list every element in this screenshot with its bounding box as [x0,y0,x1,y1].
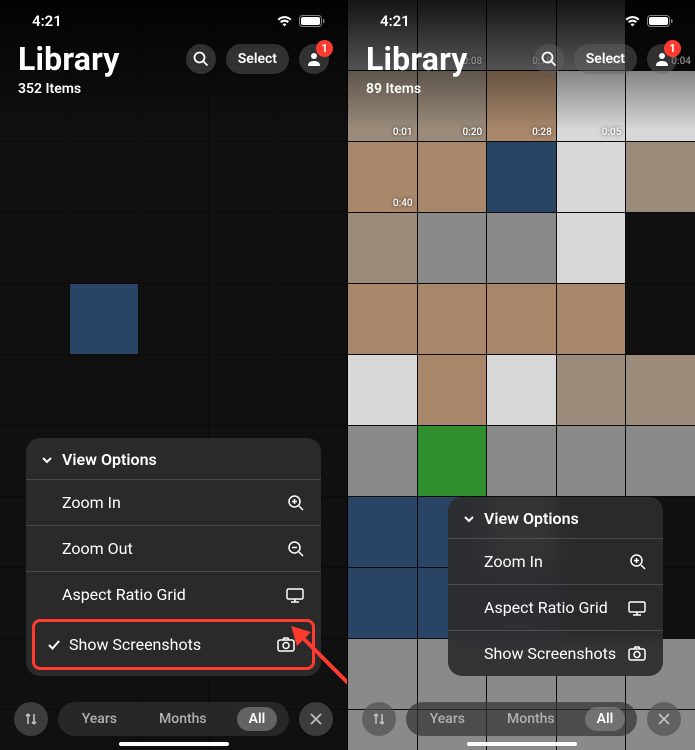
status-time: 4:21 [32,12,62,30]
select-button[interactable]: Select [574,44,637,74]
checkmark-icon [47,638,61,652]
close-button[interactable] [299,702,333,736]
aspect-ratio-icon [285,587,305,603]
left-phone-screenshot: 4:21 Library Select 1 [0,0,347,750]
home-indicator[interactable] [467,742,577,746]
video-duration: 0:40 [393,198,413,209]
magnify-plus-icon [629,553,647,571]
profile-badge: 1 [664,40,681,57]
menu-item-aspect-ratio[interactable]: Aspect Ratio Grid [448,584,663,630]
menu-item-label: Zoom In [62,493,121,512]
bottom-toolbar: Years Months All [0,702,347,736]
menu-item-label: Show Screenshots [484,644,616,663]
battery-icon [299,15,325,27]
bottom-toolbar: Years Months All [348,702,695,736]
select-label: Select [586,51,625,67]
sort-icon [23,711,39,727]
header: Library Select 1 352 Items [0,40,347,97]
chevron-down-icon [40,453,54,467]
select-label: Select [238,51,277,67]
menu-item-show-screenshots[interactable]: Show Screenshots [35,622,312,667]
item-count: 89 Items [366,81,677,97]
sort-button[interactable] [14,702,48,736]
aspect-ratio-icon [627,600,647,616]
select-button[interactable]: Select [226,44,289,74]
menu-item-zoom-in[interactable]: Zoom In [26,479,321,525]
menu-header[interactable]: View Options [448,497,663,538]
segment-years[interactable]: Years [70,707,129,731]
status-bar: 4:21 [348,0,695,42]
search-button[interactable] [534,44,564,74]
menu-item-label: Aspect Ratio Grid [484,598,608,617]
magnify-minus-icon [287,540,305,558]
profile-badge: 1 [316,40,333,57]
close-icon [309,712,323,726]
close-icon [657,712,671,726]
profile-button[interactable]: 1 [647,44,677,74]
status-time: 4:21 [380,12,410,30]
sort-icon [371,711,387,727]
menu-item-aspect-ratio[interactable]: Aspect Ratio Grid [26,571,321,617]
menu-item-zoom-out[interactable]: Zoom Out [26,525,321,571]
segment-all[interactable]: All [237,707,278,731]
page-title: Library [366,40,468,78]
chevron-down-icon [462,512,476,526]
segment-years[interactable]: Years [418,707,477,731]
menu-item-zoom-in[interactable]: Zoom In [448,538,663,584]
wifi-icon [276,15,293,27]
segment-months[interactable]: Months [495,707,567,731]
view-options-menu: View Options Zoom In Zoom Out Aspect Rat… [26,438,321,676]
header: Library Select 1 89 Items [348,40,695,97]
menu-header[interactable]: View Options [26,438,321,479]
menu-item-label: Aspect Ratio Grid [62,585,186,604]
search-icon [541,51,557,67]
menu-item-label: Show Screenshots [69,635,201,654]
battery-icon [647,15,673,27]
menu-item-label: Zoom In [484,552,543,571]
wifi-icon [624,15,641,27]
time-segment-control[interactable]: Years Months All [406,702,637,736]
profile-button[interactable]: 1 [299,44,329,74]
page-title: Library [18,40,120,78]
menu-title: View Options [62,450,157,469]
segment-months[interactable]: Months [147,707,219,731]
menu-title: View Options [484,509,579,528]
close-button[interactable] [647,702,681,736]
status-bar: 4:21 [0,0,347,42]
magnify-plus-icon [287,494,305,512]
menu-item-show-screenshots[interactable]: Show Screenshots [448,630,663,676]
right-phone-screenshot: 0:080:180:180:04 0:010:200:280:05 0:40 4… [348,0,695,750]
home-indicator[interactable] [119,742,229,746]
time-segment-control[interactable]: Years Months All [58,702,289,736]
segment-all[interactable]: All [585,707,626,731]
search-button[interactable] [186,44,216,74]
annotation-arrow-icon [285,620,347,690]
screenshot-icon [627,645,647,663]
view-options-menu: View Options Zoom In Aspect Ratio Grid S… [448,497,663,676]
search-icon [193,51,209,67]
menu-item-label: Zoom Out [62,539,133,558]
item-count: 352 Items [18,81,329,97]
highlighted-option: Show Screenshots [32,619,315,670]
sort-button[interactable] [362,702,396,736]
